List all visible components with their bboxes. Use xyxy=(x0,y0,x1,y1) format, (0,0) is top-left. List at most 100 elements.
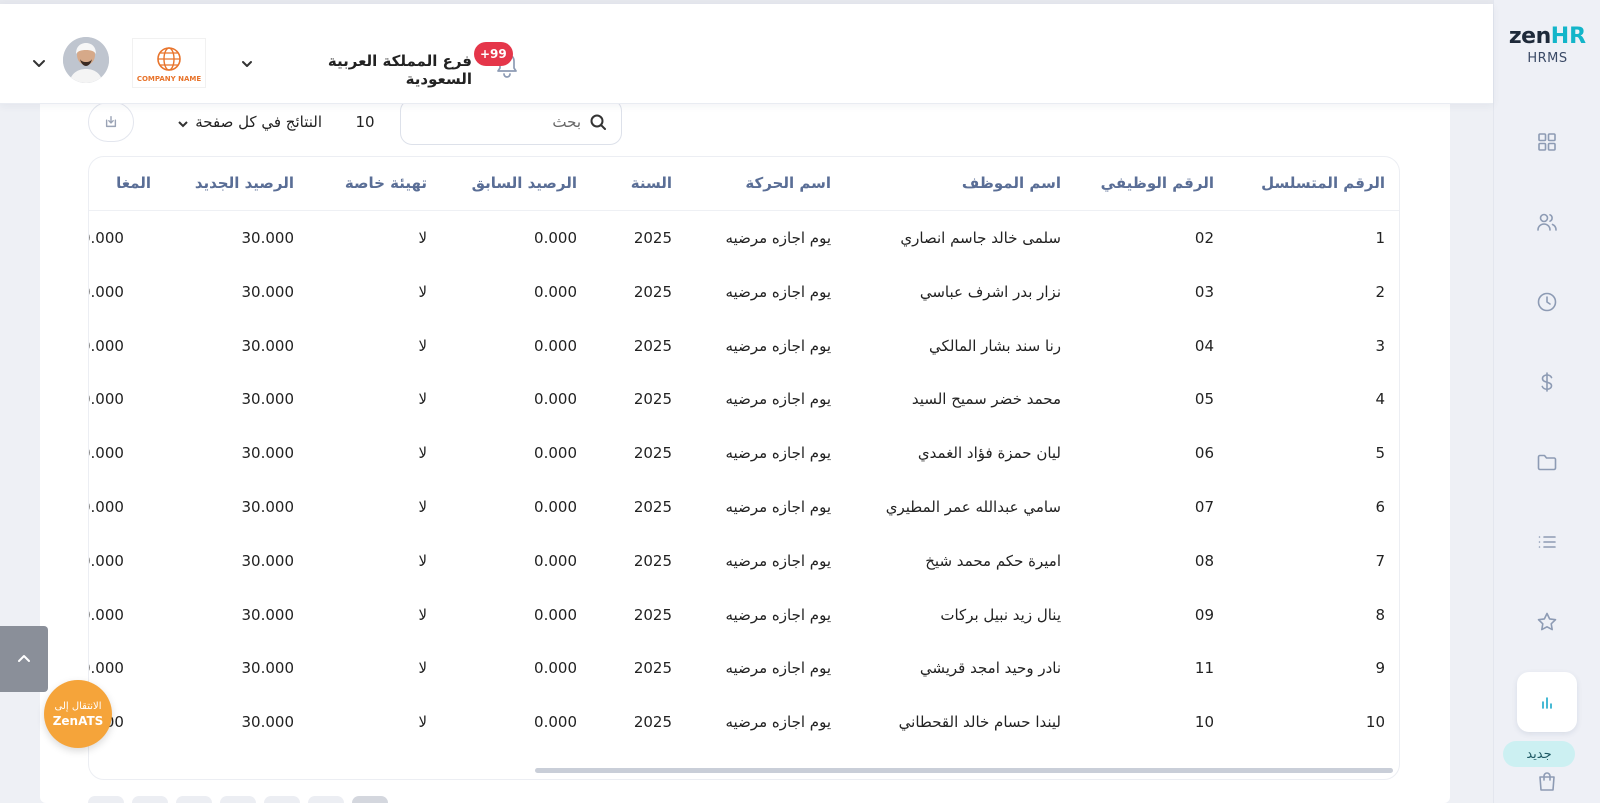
clock-icon xyxy=(1537,292,1557,312)
cell-col-serial: 9 xyxy=(1375,659,1385,678)
app-logo[interactable]: zenHR HRMS xyxy=(1494,24,1600,66)
cell-col-transaction-name: يوم اجازه مرضيه xyxy=(725,336,831,355)
cell-col-new-balance: 30.000 xyxy=(241,229,295,247)
cell-col-job-number: 03 xyxy=(1194,282,1214,301)
header-col-transaction-name[interactable]: اسم الحركة xyxy=(745,157,831,211)
cell-col-carried: 0.000 xyxy=(89,282,124,301)
table-row[interactable]: 3 04 رنا سند بشار المالكي يوم اجازه مرضيه 20… xyxy=(89,319,1399,373)
cell-col-new-balance: 30.000 xyxy=(241,444,295,463)
cell-col-serial: 5 xyxy=(1375,444,1385,463)
cell-col-carried: 0.000 xyxy=(89,390,124,409)
cell-col-previous-balance: 0.000 xyxy=(534,659,577,678)
cell-col-serial: 8 xyxy=(1375,605,1385,624)
search-input[interactable] xyxy=(411,113,581,131)
cell-col-new-balance: 30.000 xyxy=(241,390,295,409)
cell-col-new-balance: 30.000 xyxy=(241,659,295,678)
chevron-up-icon xyxy=(18,655,30,662)
per-page-selector[interactable]: النتائج في كل صفحة xyxy=(152,108,322,136)
table-row[interactable]: 10 10 ليندا حسام خالد القحطاني يوم اجازه مر… xyxy=(89,695,1399,749)
export-button[interactable] xyxy=(88,102,134,142)
cell-col-special-setup: لا xyxy=(418,605,427,624)
zenats-line1: الانتقال إلى xyxy=(54,700,102,712)
sidebar-item-dashboard[interactable] xyxy=(1517,112,1577,172)
cell-col-job-number: 09 xyxy=(1194,605,1214,624)
header-col-job-number[interactable]: الرقم الوظيفي xyxy=(1101,157,1214,211)
cell-col-year: 2025 xyxy=(633,551,672,570)
bar-chart-icon xyxy=(1542,697,1552,709)
cell-col-new-balance: 30.000 xyxy=(241,282,295,301)
search-icon xyxy=(589,113,607,131)
avatar[interactable] xyxy=(63,37,109,83)
branch-chevron-icon[interactable] xyxy=(239,56,255,72)
sidebar-item-attendance[interactable] xyxy=(1517,272,1577,332)
table-row[interactable]: 5 06 ليان حمزة فؤاد الغمدي يوم اجازه مرضيه 2… xyxy=(89,426,1399,480)
cell-col-transaction-name: يوم اجازه مرضيه xyxy=(725,498,831,516)
per-page-value[interactable]: 10 xyxy=(340,108,390,136)
cell-col-serial: 10 xyxy=(1365,713,1385,732)
folder-icon xyxy=(1537,454,1557,471)
cell-col-employee-name: رنا سند بشار المالكي xyxy=(929,336,1061,355)
notification-count-badge: +99 xyxy=(474,42,513,66)
cell-col-serial: 7 xyxy=(1375,551,1385,570)
cell-col-job-number: 02 xyxy=(1194,229,1214,247)
cell-col-employee-name: نادر وحيد امجد قريشي xyxy=(919,659,1061,678)
header-col-special-setup[interactable]: تهيئة خاصة xyxy=(345,157,427,211)
table-row[interactable]: 1 02 سلمى خالد جاسم انصاري يوم اجازه مرضيه 2… xyxy=(89,211,1399,265)
cell-col-previous-balance: 0.000 xyxy=(534,551,577,570)
cell-col-year: 2025 xyxy=(633,282,672,301)
cell-col-job-number: 10 xyxy=(1194,713,1214,732)
cell-col-serial: 3 xyxy=(1375,336,1385,355)
header-col-year[interactable]: السنة xyxy=(631,157,672,211)
header-col-carried[interactable]: المغا xyxy=(116,157,151,211)
cell-col-employee-name: سامي عبدالله عمر المطيري xyxy=(885,498,1061,516)
header-col-serial[interactable]: الرقم المتسلسل xyxy=(1261,157,1385,211)
table-row[interactable]: 4 05 محمد خضر سميح السيد يوم اجازه مرضيه 202… xyxy=(89,372,1399,426)
globe-icon xyxy=(157,46,181,71)
cell-col-previous-balance: 0.000 xyxy=(534,390,577,409)
switch-to-zenats-button[interactable]: الانتقال إلى ZenATS xyxy=(44,680,112,748)
top-header: COMPANY NAME فرع المملكة العربية السعودي… xyxy=(0,4,1493,104)
table-row[interactable]: 8 09 ينال زيد نبيل بركات يوم اجازه مرضيه 202… xyxy=(89,588,1399,642)
sidebar-item-documents[interactable] xyxy=(1517,432,1577,492)
cell-col-previous-balance: 0.000 xyxy=(534,336,577,355)
cell-col-special-setup: لا xyxy=(418,713,427,732)
cell-col-special-setup: لا xyxy=(418,336,427,355)
cell-col-new-balance: 30.000 xyxy=(241,336,295,355)
cell-col-year: 2025 xyxy=(633,390,672,409)
sidebar-item-requests[interactable] xyxy=(1517,512,1577,572)
sidebar-item-store[interactable] xyxy=(1517,752,1577,803)
cell-col-year: 2025 xyxy=(633,444,672,463)
table-row[interactable]: 2 03 نزار بدر اشرف عباسي يوم اجازه مرضيه 202… xyxy=(89,265,1399,319)
cell-col-year: 2025 xyxy=(633,713,672,732)
cell-col-serial: 2 xyxy=(1375,282,1385,301)
horizontal-scrollbar[interactable] xyxy=(535,768,1393,773)
cell-col-year: 2025 xyxy=(633,605,672,624)
search-box[interactable] xyxy=(400,99,622,145)
profile-menu-chevron[interactable] xyxy=(30,54,48,72)
download-icon xyxy=(105,116,117,128)
sidebar-item-performance[interactable] xyxy=(1517,592,1577,652)
cell-col-carried: 0.000 xyxy=(89,498,124,516)
cell-col-transaction-name: يوم اجازه مرضيه xyxy=(725,659,831,678)
sidebar-item-employees[interactable] xyxy=(1517,192,1577,252)
header-col-new-balance[interactable]: الرصيد الجديد xyxy=(195,157,294,211)
header-col-previous-balance[interactable]: الرصيد السابق xyxy=(472,157,577,211)
table-row[interactable]: 9 11 نادر وحيد امجد قريشي يوم اجازه مرضيه 20… xyxy=(89,641,1399,695)
branch-selector[interactable]: فرع المملكة العربية السعودية xyxy=(262,52,472,88)
scroll-to-top-button[interactable] xyxy=(0,626,48,692)
sidebar: zenHR HRMS جديد xyxy=(1493,0,1600,803)
pagination xyxy=(88,796,388,803)
sidebar-item-payroll[interactable] xyxy=(1517,352,1577,412)
table-row[interactable]: 7 08 اميرة حكم محمد شيخ يوم اجازه مرضيه 2025… xyxy=(89,534,1399,588)
cell-col-special-setup: لا xyxy=(418,498,427,516)
data-table: الرقم المتسلسل الرقم الوظيفي اسم الموظف اسم… xyxy=(88,156,1400,780)
zenats-line2: ZenATS xyxy=(52,713,104,728)
cell-col-employee-name: محمد خضر سميح السيد xyxy=(911,390,1061,409)
table-row[interactable]: 6 07 سامي عبدالله عمر المطيري يوم اجازه مرض… xyxy=(89,480,1399,534)
table-header: الرقم المتسلسل الرقم الوظيفي اسم الموظف اسم… xyxy=(89,157,1399,211)
header-col-employee-name[interactable]: اسم الموظف xyxy=(962,157,1061,211)
cell-col-transaction-name: يوم اجازه مرضيه xyxy=(725,282,831,301)
cell-col-employee-name: اميرة حكم محمد شيخ xyxy=(925,551,1061,570)
sidebar-item-reports[interactable] xyxy=(1517,672,1577,732)
cell-col-serial: 1 xyxy=(1375,229,1385,247)
